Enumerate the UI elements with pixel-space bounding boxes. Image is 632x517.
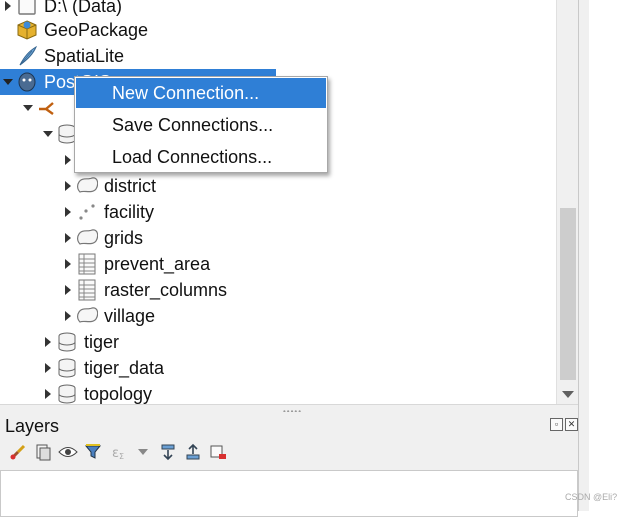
table-icon xyxy=(76,279,98,301)
collapse-arrow-icon[interactable] xyxy=(20,104,36,112)
schema-icon xyxy=(56,383,78,404)
menu-item-save-connections[interactable]: Save Connections... xyxy=(76,110,326,140)
collapse-all-icon[interactable] xyxy=(183,442,203,462)
expand-arrow-icon[interactable] xyxy=(60,207,76,217)
scroll-down-icon[interactable] xyxy=(562,391,574,398)
geopackage-icon xyxy=(16,19,38,41)
tree-item-label: D:\ (Data) xyxy=(44,0,123,16)
tree-item-label: SpatiaLite xyxy=(44,45,125,66)
tree-item-village[interactable]: village xyxy=(60,303,360,329)
tree-item-facility[interactable]: facility xyxy=(60,199,360,225)
tree-item-label: raster_columns xyxy=(104,279,228,300)
tree-item-label: prevent_area xyxy=(104,253,211,274)
tree-item-prevent-area[interactable]: prevent_area xyxy=(60,251,360,277)
drive-icon xyxy=(16,0,38,17)
spatialite-icon xyxy=(16,45,38,67)
tree-item-raster-columns[interactable]: raster_columns xyxy=(60,277,360,303)
remove-layer-icon[interactable] xyxy=(208,442,228,462)
add-group-icon[interactable] xyxy=(33,442,53,462)
menu-item-new-connection[interactable]: New Connection... xyxy=(76,78,326,108)
expand-arrow-icon[interactable] xyxy=(60,181,76,191)
tree-item-district[interactable]: district xyxy=(60,173,360,199)
layers-panel: Layers ▫ ✕ εΣ xyxy=(0,412,578,517)
expand-arrow-icon[interactable] xyxy=(60,311,76,321)
expand-arrow-icon[interactable] xyxy=(40,389,56,399)
polygon-layer-icon xyxy=(76,305,98,327)
eye-icon[interactable] xyxy=(58,442,78,462)
schema-icon xyxy=(56,357,78,379)
schema-icon xyxy=(56,331,78,353)
expand-all-icon[interactable] xyxy=(158,442,178,462)
expand-arrow-icon[interactable] xyxy=(40,363,56,373)
filter-icon[interactable] xyxy=(83,442,103,462)
layers-panel-title: Layers xyxy=(5,416,60,436)
chevron-down-icon[interactable] xyxy=(133,442,153,462)
browser-scrollbar[interactable] xyxy=(556,0,578,404)
tree-item-grids[interactable]: grids xyxy=(60,225,360,251)
menu-item-load-connections[interactable]: Load Connections... xyxy=(76,142,326,172)
expand-arrow-icon[interactable] xyxy=(60,259,76,269)
tree-item-label: facility xyxy=(104,201,155,222)
tree-item-topology[interactable]: topology xyxy=(40,381,340,404)
watermark: CSDN @Eli? xyxy=(565,492,618,502)
collapse-arrow-icon[interactable] xyxy=(0,78,16,86)
scrollbar-thumb[interactable] xyxy=(560,208,576,380)
tree-item-label: district xyxy=(104,175,157,196)
tree-item-label: grids xyxy=(104,227,144,248)
tree-item-label: tiger xyxy=(84,331,120,352)
tree-item-spatialite[interactable]: SpatiaLite xyxy=(0,43,540,69)
layers-toolbar: εΣ xyxy=(8,442,228,462)
tree-item-label: tiger_data xyxy=(84,357,165,378)
polygon-layer-icon xyxy=(76,175,98,197)
close-icon[interactable]: ✕ xyxy=(565,418,578,431)
filter-expression-icon: εΣ xyxy=(108,442,128,462)
polygon-layer-icon xyxy=(76,227,98,249)
tree-item-tiger-data[interactable]: tiger_data xyxy=(40,355,340,381)
svg-text:ε: ε xyxy=(112,446,119,461)
browser-panel: D:\ (Data) GeoPackage SpatiaLite PostGIS… xyxy=(0,0,578,404)
float-icon[interactable]: ▫ xyxy=(550,418,563,431)
window-edge xyxy=(578,0,589,511)
postgis-icon xyxy=(16,71,38,93)
tree-item-label: village xyxy=(104,305,156,326)
expand-arrow-icon[interactable] xyxy=(60,233,76,243)
point-layer-icon xyxy=(76,201,98,223)
context-menu: New Connection... Save Connections... Lo… xyxy=(74,76,328,173)
expand-arrow-icon[interactable] xyxy=(0,1,16,11)
layers-list[interactable] xyxy=(0,470,578,517)
table-icon xyxy=(76,253,98,275)
style-brush-icon[interactable] xyxy=(8,442,28,462)
expand-arrow-icon[interactable] xyxy=(40,337,56,347)
svg-text:Σ: Σ xyxy=(119,452,124,461)
tree-item-label: topology xyxy=(84,383,153,404)
collapse-arrow-icon[interactable] xyxy=(40,130,56,138)
tree-item-label: GeoPackage xyxy=(44,19,149,40)
tree-item-geopackage[interactable]: GeoPackage xyxy=(0,17,540,43)
connection-icon xyxy=(36,97,58,119)
expand-arrow-icon[interactable] xyxy=(60,285,76,295)
tree-item-tiger[interactable]: tiger xyxy=(40,329,340,355)
